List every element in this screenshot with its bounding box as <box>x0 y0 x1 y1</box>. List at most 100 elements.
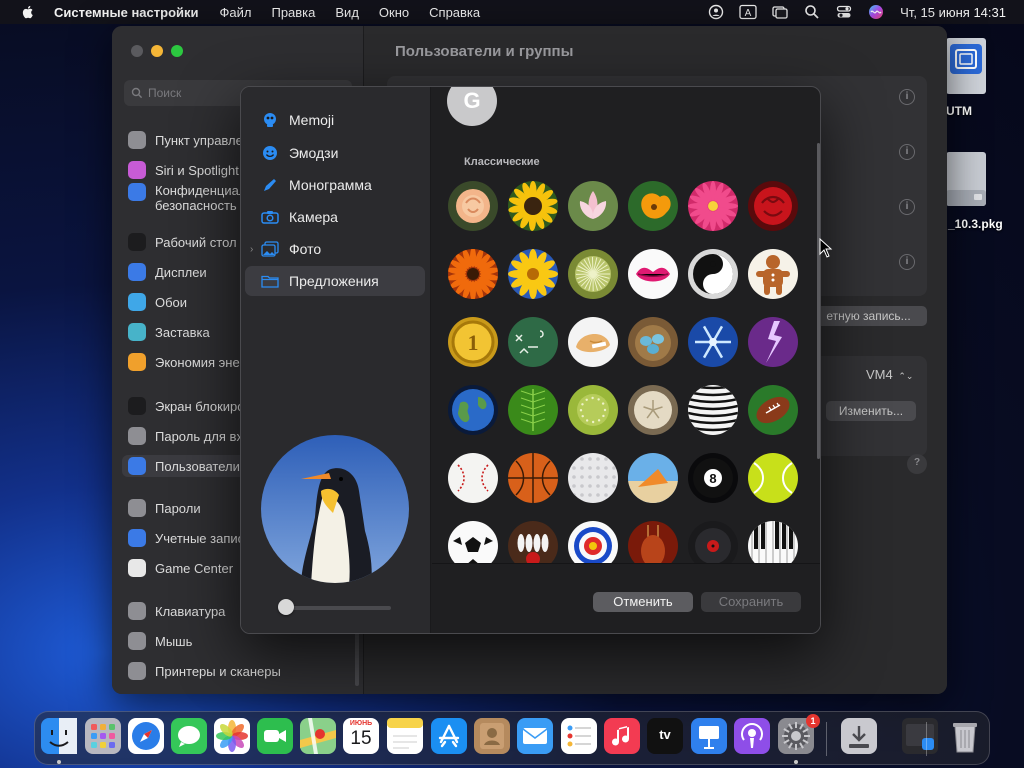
user-info-button-1[interactable]: i <box>899 89 915 105</box>
dock-photos-icon[interactable] <box>214 718 250 754</box>
picture-dandelion[interactable] <box>568 249 618 299</box>
siri-icon[interactable] <box>866 4 886 20</box>
dock-facetime-icon[interactable] <box>257 718 293 754</box>
picture-violin[interactable] <box>628 521 678 563</box>
dock-finder-icon[interactable] <box>41 718 77 754</box>
menu-view[interactable]: Вид <box>335 5 359 20</box>
zoom-slider-knob[interactable] <box>278 599 294 615</box>
pkg-desktop-icon[interactable] <box>944 150 988 208</box>
menubar-clock[interactable]: Чт, 15 июня 14:31 <box>900 5 1006 20</box>
picture-turntable[interactable] <box>688 521 738 563</box>
sidebar-item-17[interactable]: Принтеры и сканеры <box>128 660 360 682</box>
picture-poppy[interactable] <box>628 181 678 231</box>
picture-bowling[interactable] <box>508 521 558 563</box>
user-info-button-2[interactable]: i <box>899 144 915 160</box>
change-button[interactable]: Изменить... <box>826 401 916 421</box>
picture-coin[interactable]: 1 <box>448 317 498 367</box>
picture-sunflower[interactable] <box>508 181 558 231</box>
user-info-button-4[interactable]: i <box>899 254 915 270</box>
picture-red-rose[interactable] <box>748 181 798 231</box>
dock-keynote-icon[interactable] <box>691 718 727 754</box>
dock-screenshot-icon[interactable] <box>902 718 938 754</box>
utm-desktop-label: UTM <box>946 104 972 118</box>
dock-contacts-icon[interactable] <box>474 718 510 754</box>
dock-calendar-icon[interactable]: ИЮНЬ 15 <box>343 718 379 754</box>
picture-baseball[interactable] <box>448 453 498 503</box>
dock-tv-icon[interactable]: tv <box>647 718 683 754</box>
picture-basketball[interactable] <box>508 453 558 503</box>
dock-messages-icon[interactable] <box>171 718 207 754</box>
avatar-preview[interactable] <box>261 435 409 583</box>
picture-sand-dollar[interactable] <box>628 385 678 435</box>
menu-edit[interactable]: Правка <box>271 5 315 20</box>
cancel-button[interactable]: Отменить <box>593 592 693 612</box>
zoom-window-button[interactable] <box>171 45 183 57</box>
picture-fortune-cookie[interactable] <box>568 317 618 367</box>
category-monogram[interactable]: Монограмма <box>245 170 425 200</box>
category-suggestions[interactable]: Предложения <box>245 266 425 296</box>
dock-mail-icon[interactable] <box>517 718 553 754</box>
menu-window[interactable]: Окно <box>379 5 409 20</box>
picture-lips[interactable] <box>628 249 678 299</box>
picture-zebra[interactable] <box>688 385 738 435</box>
picture-rose-peach[interactable] <box>448 181 498 231</box>
network-server-value[interactable]: VM4 ⌃⌄ <box>866 367 913 382</box>
save-button[interactable]: Сохранить <box>701 592 801 612</box>
dock-notes-icon[interactable] <box>387 718 423 754</box>
input-source-icon[interactable]: A <box>738 4 758 20</box>
picture-cactus[interactable] <box>568 385 618 435</box>
picture-gingerbread[interactable] <box>748 249 798 299</box>
picture-grid-scrollbar[interactable] <box>817 143 820 459</box>
picture-beach[interactable] <box>628 453 678 503</box>
picture-target[interactable] <box>568 521 618 563</box>
dock-trash-icon[interactable] <box>947 718 983 754</box>
spotlight-search-icon[interactable] <box>802 4 822 20</box>
category-memoji[interactable]: Memoji <box>245 105 425 135</box>
picture-yellow-daisy[interactable] <box>508 249 558 299</box>
dock-reminders-icon[interactable] <box>561 718 597 754</box>
add-account-button[interactable]: етную запись... <box>810 306 927 326</box>
picture-piano[interactable] <box>748 521 798 563</box>
close-window-button[interactable] <box>131 45 143 57</box>
user-info-button-3[interactable]: i <box>899 199 915 215</box>
picture-yin-yang[interactable] <box>688 249 738 299</box>
picture-football[interactable] <box>748 385 798 435</box>
dock-launchpad-icon[interactable] <box>85 718 121 754</box>
picture-eight-ball[interactable]: 8 <box>688 453 738 503</box>
minimize-window-button[interactable] <box>151 45 163 57</box>
picture-tennis-ball[interactable] <box>748 453 798 503</box>
menu-file[interactable]: Файл <box>220 5 252 20</box>
picture-lotus[interactable] <box>568 181 618 231</box>
picture-earth[interactable] <box>448 385 498 435</box>
dock-safari-icon[interactable] <box>128 718 164 754</box>
monogram-avatar[interactable]: G <box>447 87 497 126</box>
dock-downloads-icon[interactable] <box>841 718 877 754</box>
picture-lightning[interactable] <box>748 317 798 367</box>
picture-orange-flower[interactable] <box>448 249 498 299</box>
category-photos[interactable]: › Фото <box>245 234 425 264</box>
picture-snowflake[interactable] <box>688 317 738 367</box>
control-center-icon[interactable] <box>834 4 854 20</box>
utm-desktop-icon[interactable] <box>944 36 988 96</box>
dock-podcasts-icon[interactable] <box>734 718 770 754</box>
screen-mirroring-icon[interactable] <box>770 4 790 20</box>
picture-soccer-ball[interactable] <box>448 521 498 563</box>
picture-eggs-nest[interactable] <box>628 317 678 367</box>
picture-golf-ball[interactable] <box>568 453 618 503</box>
zoom-slider-track[interactable] <box>285 606 391 610</box>
chevron-right-icon[interactable]: › <box>250 244 253 255</box>
category-emoji[interactable]: Эмодзи <box>245 138 425 168</box>
dock-system-settings-icon[interactable]: 1 <box>778 714 820 754</box>
picture-chalkboard[interactable] <box>508 317 558 367</box>
help-button[interactable]: ? <box>907 454 927 474</box>
apple-menu-icon[interactable] <box>20 4 36 20</box>
picture-dahlia[interactable] <box>688 181 738 231</box>
menu-help[interactable]: Справка <box>429 5 480 20</box>
dock-app-store-icon[interactable] <box>431 718 467 754</box>
dock-maps-icon[interactable] <box>300 718 336 754</box>
category-camera[interactable]: Камера <box>245 202 425 232</box>
user-icon[interactable] <box>706 4 726 20</box>
app-name-menu[interactable]: Системные настройки <box>54 5 199 20</box>
dock-music-icon[interactable] <box>604 718 640 754</box>
picture-leaf[interactable] <box>508 385 558 435</box>
